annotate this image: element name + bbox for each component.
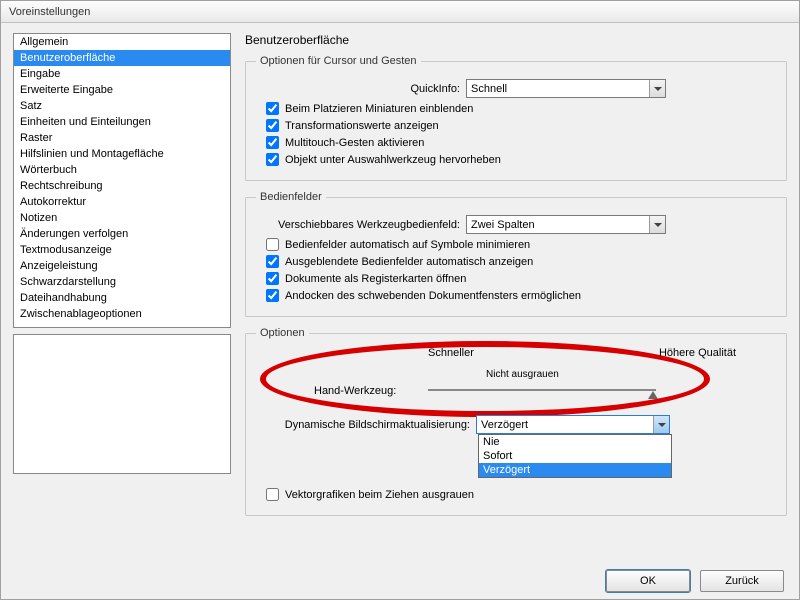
dyn-option[interactable]: Sofort (479, 449, 671, 463)
titlebar: Voreinstellungen (1, 1, 799, 23)
chk-miniaturen[interactable]: Beim Platzieren Miniaturen einblenden (266, 102, 776, 115)
sidebar-item[interactable]: Einheiten und Einteilungen (14, 114, 230, 130)
sidebar-item[interactable]: Rechtschreibung (14, 178, 230, 194)
chk-auto-symbole[interactable]: Bedienfelder automatisch auf Symbole min… (266, 238, 776, 251)
sidebar-item[interactable]: Erweiterte Eingabe (14, 82, 230, 98)
chk-ausgeblendete[interactable]: Ausgeblendete Bedienfelder automatisch a… (266, 255, 776, 268)
chk-multitouch-box[interactable] (266, 136, 279, 149)
preferences-dialog: Voreinstellungen AllgemeinBenutzeroberfl… (0, 0, 800, 600)
chk-registerkarten-box[interactable] (266, 272, 279, 285)
chk-andocken-box[interactable] (266, 289, 279, 302)
dyn-combo[interactable]: Verzögert (476, 415, 670, 434)
sidebar-item[interactable]: Eingabe (14, 66, 230, 82)
werkzeugbedienfeld-combo[interactable]: Zwei Spalten (466, 215, 666, 234)
chk-transformationswerte[interactable]: Transformationswerte anzeigen (266, 119, 776, 132)
chk-miniaturen-box[interactable] (266, 102, 279, 115)
sidebar-item[interactable]: Hilfslinien und Montagefläche (14, 146, 230, 162)
werkzeugbedienfeld-value: Zwei Spalten (471, 219, 535, 231)
group3-legend: Optionen (256, 327, 309, 339)
slider-nicht-ausgrauen-label: Nicht ausgrauen (486, 369, 559, 380)
sidebar-item[interactable]: Textmodusanzeige (14, 242, 230, 258)
dialog-title: Voreinstellungen (9, 6, 90, 18)
group2-legend: Bedienfelder (256, 191, 326, 203)
sidebar-item[interactable]: Schwarzdarstellung (14, 274, 230, 290)
ok-button[interactable]: OK (606, 570, 690, 592)
group-cursor-gestures: Optionen für Cursor und Gesten QuickInfo… (245, 55, 787, 181)
group1-legend: Optionen für Cursor und Gesten (256, 55, 421, 67)
preview-box (13, 334, 231, 474)
chk-vektorgrafiken-box[interactable] (266, 488, 279, 501)
chk-ausgeblendete-box[interactable] (266, 255, 279, 268)
chk-multitouch[interactable]: Multitouch-Gesten aktivieren (266, 136, 776, 149)
chevron-down-icon[interactable] (653, 416, 669, 433)
sidebar-item[interactable]: Änderungen verfolgen (14, 226, 230, 242)
sidebar-item[interactable]: Allgemein (14, 34, 230, 50)
sidebar-item[interactable]: Satz (14, 98, 230, 114)
quickinfo-label: QuickInfo: (256, 83, 466, 95)
left-panel: AllgemeinBenutzeroberflächeEingabeErweit… (13, 33, 231, 547)
dialog-footer: OK Zurück (606, 570, 784, 592)
sidebar-item[interactable]: Autokorrektur (14, 194, 230, 210)
dyn-label: Dynamische Bildschirmaktualisierung: (256, 419, 476, 431)
sidebar-item[interactable]: Dateihandhabung (14, 290, 230, 306)
slider-qualitaet-label: Höhere Qualität (659, 347, 736, 359)
sidebar-item[interactable]: Anzeigeleistung (14, 258, 230, 274)
group-bedienfelder: Bedienfelder Verschiebbares Werkzeugbedi… (245, 191, 787, 317)
group-optionen: Optionen Schneller Höhere Qualität Nicht… (245, 327, 787, 516)
right-panel: Benutzeroberfläche Optionen für Cursor u… (245, 33, 787, 547)
chk-vektorgrafiken[interactable]: Vektorgrafiken beim Ziehen ausgrauen (266, 488, 776, 501)
chk-andocken[interactable]: Andocken des schwebenden Dokumentfenster… (266, 289, 776, 302)
werkzeugbedienfeld-label: Verschiebbares Werkzeugbedienfeld: (256, 219, 466, 231)
slider-schneller-label: Schneller (428, 347, 474, 359)
back-button[interactable]: Zurück (700, 570, 784, 592)
chk-auswahlwerkzeug-box[interactable] (266, 153, 279, 166)
chk-registerkarten[interactable]: Dokumente als Registerkarten öffnen (266, 272, 776, 285)
sidebar-item[interactable]: Zwischenablageoptionen (14, 306, 230, 322)
chk-transformationswerte-box[interactable] (266, 119, 279, 132)
sidebar-item[interactable]: Raster (14, 130, 230, 146)
quickinfo-value: Schnell (471, 83, 507, 95)
hand-tool-slider-area: Schneller Höhere Qualität Nicht ausgraue… (256, 347, 776, 411)
page-heading: Benutzeroberfläche (245, 33, 787, 47)
dyn-option[interactable]: Nie (479, 435, 671, 449)
chk-auto-symbole-box[interactable] (266, 238, 279, 251)
hand-werkzeug-label: Hand-Werkzeug: (314, 385, 396, 397)
chevron-down-icon[interactable] (649, 80, 665, 97)
dyn-dropdown-list[interactable]: NieSofortVerzögert (478, 434, 672, 478)
hand-tool-slider-track[interactable] (428, 389, 656, 391)
quickinfo-combo[interactable]: Schnell (466, 79, 666, 98)
sidebar-item[interactable]: Wörterbuch (14, 162, 230, 178)
category-listbox[interactable]: AllgemeinBenutzeroberflächeEingabeErweit… (13, 33, 231, 328)
sidebar-item[interactable]: Benutzeroberfläche (14, 50, 230, 66)
sidebar-item[interactable]: Notizen (14, 210, 230, 226)
chk-auswahlwerkzeug[interactable]: Objekt unter Auswahlwerkzeug hervorheben (266, 153, 776, 166)
dyn-value: Verzögert (481, 419, 528, 431)
hand-tool-slider-thumb[interactable] (648, 391, 658, 399)
dyn-option[interactable]: Verzögert (479, 463, 671, 477)
chevron-down-icon[interactable] (649, 216, 665, 233)
